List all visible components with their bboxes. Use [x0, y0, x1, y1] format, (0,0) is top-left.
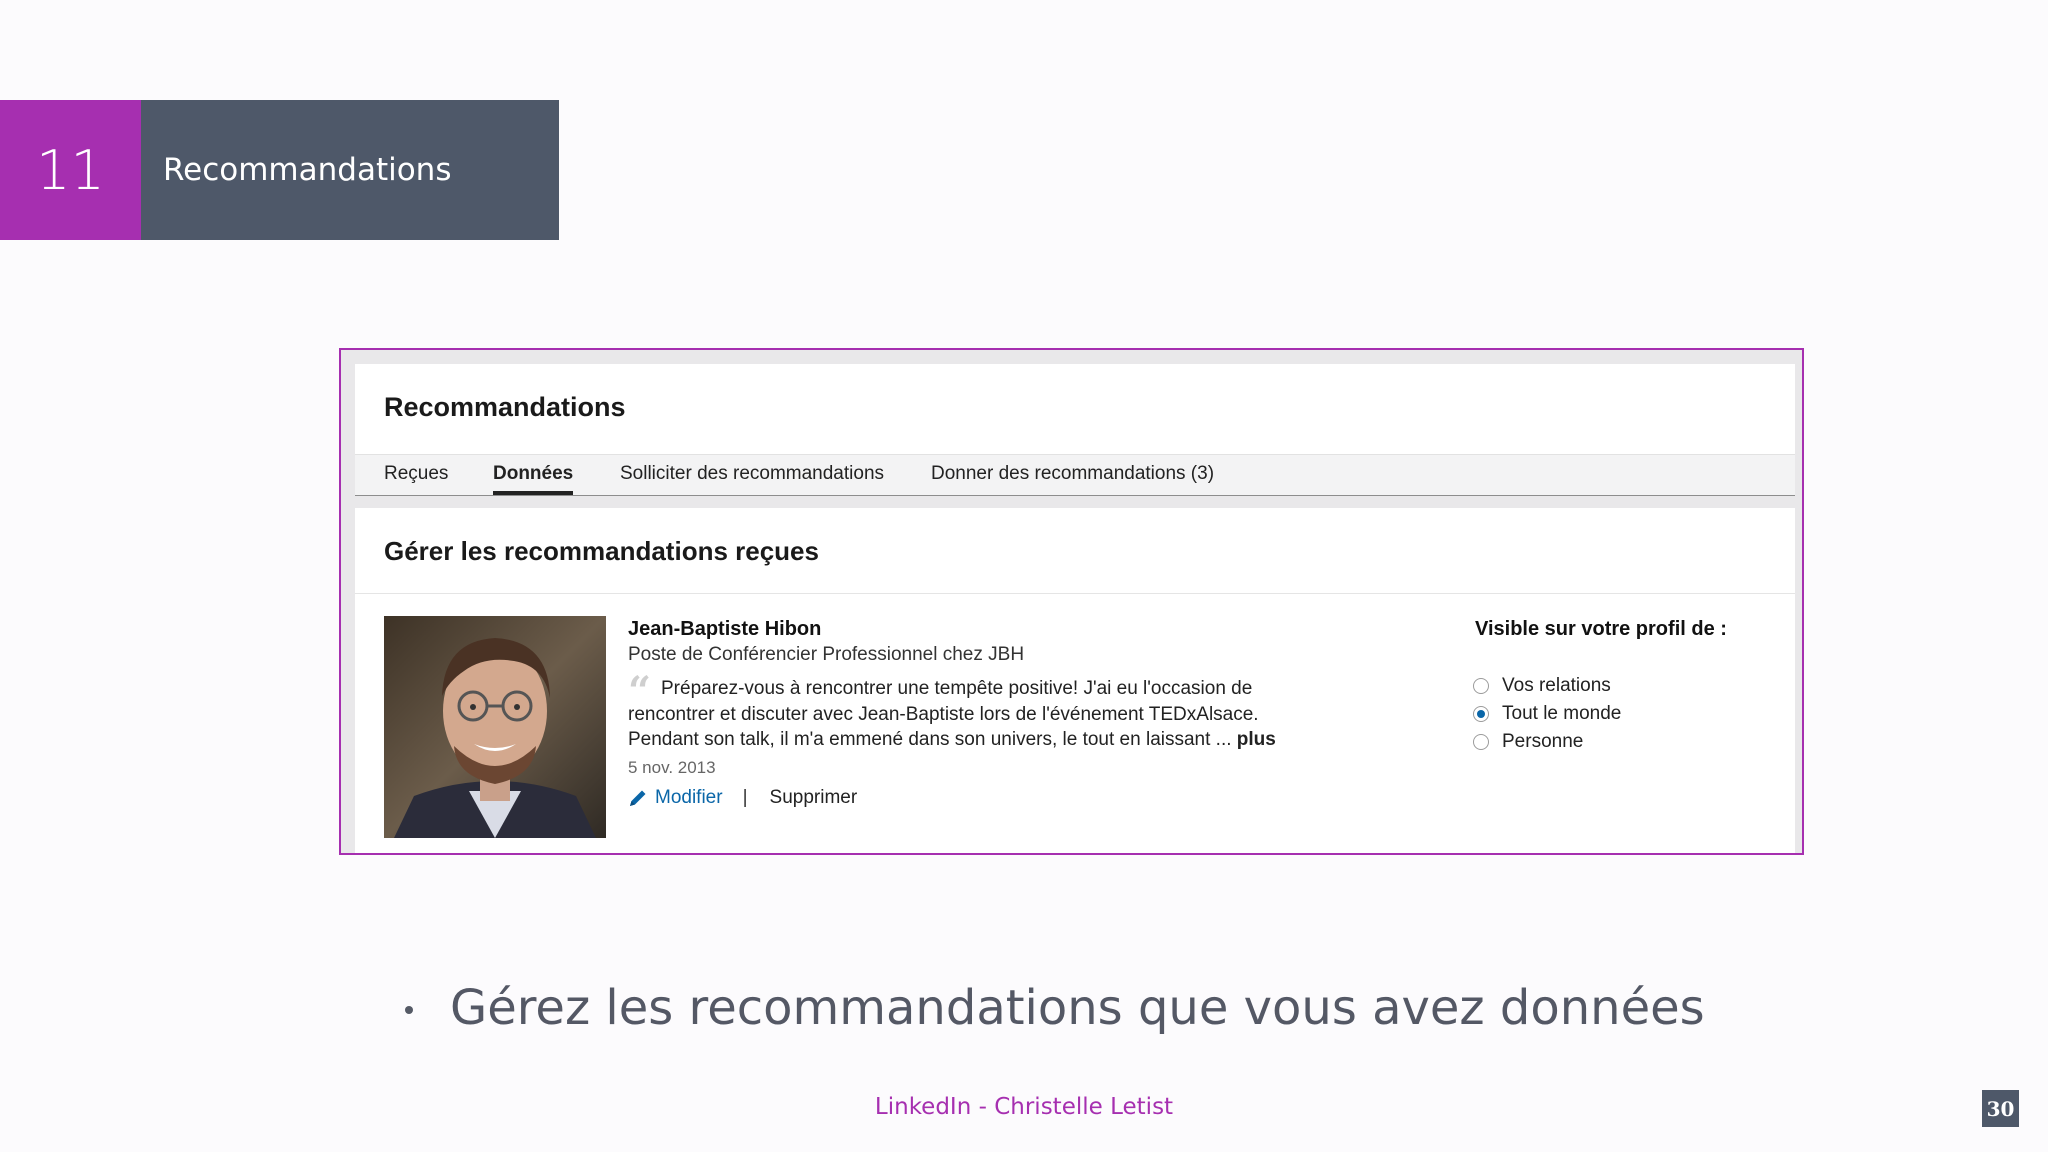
recommendation-body: Préparez-vous à rencontrer une tempête p…	[628, 678, 1259, 750]
profile-photo-image	[384, 616, 606, 838]
visibility-title: Visible sur votre profil de :	[1475, 618, 1727, 640]
recommender-position: Poste de Conférencier Professionnel chez…	[628, 644, 1025, 665]
tab-solliciter[interactable]: Solliciter des recommandations	[620, 463, 884, 485]
more-link[interactable]: plus	[1237, 729, 1276, 750]
tab-recues[interactable]: Reçues	[384, 463, 448, 485]
radio-icon[interactable]	[1473, 734, 1489, 750]
visibility-option-everyone[interactable]: Tout le monde	[1473, 703, 1621, 725]
bullet-text: Gérez les recommandations que vous avez …	[450, 980, 1705, 1036]
recommendation-date: 5 nov. 2013	[628, 758, 716, 777]
radio-icon[interactable]	[1473, 678, 1489, 694]
visibility-option-label: Tout le monde	[1502, 703, 1622, 724]
section-title: Recommandations	[141, 100, 559, 240]
recommendations-heading: Recommandations	[384, 392, 626, 422]
manage-recommendations-card: Gérer les recommandations reçues Jean-Ba…	[355, 508, 1795, 853]
page-number: 30	[1982, 1090, 2019, 1127]
radio-selected-icon[interactable]	[1473, 706, 1489, 722]
recommendation-actions: Modifier | Supprimer	[628, 787, 857, 809]
edit-link[interactable]: Modifier	[628, 787, 723, 809]
tab-donner[interactable]: Donner des recommandations (3)	[931, 463, 1214, 485]
section-number: 11	[0, 100, 141, 240]
action-separator: |	[742, 787, 748, 808]
footer: LinkedIn - Christelle Letist	[874, 1094, 1174, 1120]
recommender-name[interactable]: Jean-Baptiste Hibon	[628, 618, 821, 641]
delete-link[interactable]: Supprimer	[770, 787, 858, 809]
tab-donnees[interactable]: Données	[493, 463, 574, 495]
linkedin-screenshot: Recommandations Reçues Données Sollicite…	[339, 348, 1804, 855]
recommendation-text: Préparez-vous à rencontrer une tempête p…	[628, 676, 1288, 753]
visibility-option-label: Vos relations	[1502, 675, 1611, 696]
visibility-option-relations[interactable]: Vos relations	[1473, 675, 1611, 697]
recommendations-header-card: Recommandations Reçues Données Sollicite…	[355, 364, 1795, 496]
visibility-option-nobody[interactable]: Personne	[1473, 731, 1583, 753]
bullet-icon	[405, 1006, 413, 1014]
pencil-icon	[630, 790, 646, 806]
edit-label: Modifier	[655, 787, 723, 808]
manage-title: Gérer les recommandations reçues	[384, 536, 819, 566]
profile-photo[interactable]	[384, 616, 606, 838]
tab-bar: Reçues Données Solliciter des recommanda…	[355, 454, 1795, 495]
visibility-option-label: Personne	[1502, 731, 1584, 752]
divider	[355, 593, 1795, 594]
